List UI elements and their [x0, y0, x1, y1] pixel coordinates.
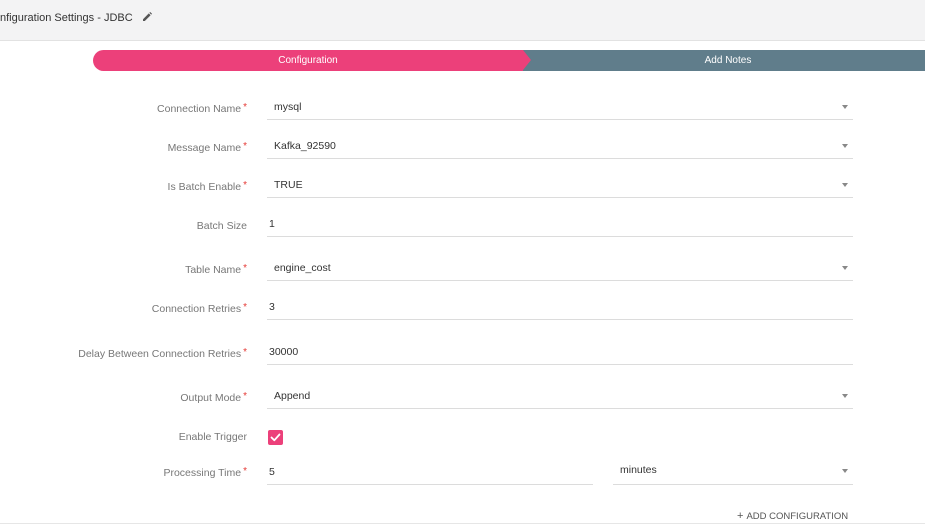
connection-name-label: Connection Name *: [157, 102, 247, 115]
required-marker: *: [243, 102, 247, 113]
output-mode-select[interactable]: Append: [267, 386, 853, 409]
plus-icon: +: [737, 510, 744, 522]
is-batch-enable-label: Is Batch Enable *: [167, 180, 247, 193]
processing-time-label: Processing Time *: [163, 466, 247, 479]
batch-size-input[interactable]: 1: [267, 214, 853, 237]
required-marker: *: [243, 391, 247, 402]
delay-between-retries-label: Delay Between Connection Retries *: [78, 347, 247, 360]
batch-size-value: 1: [269, 218, 275, 230]
message-name-select[interactable]: Kafka_92590: [267, 136, 853, 159]
connection-retries-value: 3: [269, 301, 275, 313]
chevron-down-icon: [842, 105, 848, 109]
page-header: nfiguration Settings - JDBC: [0, 0, 925, 41]
delay-between-retries-value: 30000: [269, 346, 299, 358]
divider: [0, 523, 925, 524]
message-name-label: Message Name *: [167, 141, 247, 154]
step-add-notes-label: Add Notes: [704, 55, 752, 66]
output-mode-label: Output Mode *: [180, 391, 247, 404]
processing-time-unit-select[interactable]: minutes: [613, 462, 853, 485]
table-name-value: engine_cost: [274, 262, 331, 274]
page-title: nfiguration Settings - JDBC: [0, 12, 133, 24]
chevron-down-icon: [842, 266, 848, 270]
required-marker: *: [243, 141, 247, 152]
connection-name-value: mysql: [274, 101, 302, 113]
delay-between-retries-input[interactable]: 30000: [267, 342, 853, 365]
batch-size-label: Batch Size: [196, 220, 247, 232]
required-marker: *: [243, 347, 247, 358]
step-configuration-label: Configuration: [278, 55, 338, 66]
chevron-down-icon: [842, 394, 848, 398]
enable-trigger-label: Enable Trigger: [178, 431, 247, 443]
chevron-down-icon: [842, 144, 848, 148]
connection-retries-label: Connection Retries *: [151, 302, 247, 315]
processing-time-value: 5: [269, 466, 275, 478]
add-configuration-button[interactable]: + ADD CONFIGURATION: [737, 510, 848, 522]
pencil-icon[interactable]: [142, 12, 152, 22]
chevron-down-icon: [842, 183, 848, 187]
table-name-select[interactable]: engine_cost: [267, 258, 853, 281]
message-name-value: Kafka_92590: [274, 140, 336, 152]
is-batch-enable-value: TRUE: [274, 179, 303, 191]
chevron-down-icon: [842, 469, 848, 473]
is-batch-enable-select[interactable]: TRUE: [267, 175, 853, 198]
processing-time-unit-value: minutes: [620, 464, 657, 476]
connection-retries-input[interactable]: 3: [267, 297, 853, 320]
wizard-stepper: Configuration Add Notes: [93, 50, 925, 71]
required-marker: *: [243, 263, 247, 274]
step-add-notes[interactable]: Add Notes: [523, 50, 925, 71]
required-marker: *: [243, 466, 247, 477]
enable-trigger-checkbox[interactable]: [268, 430, 283, 445]
add-configuration-label: ADD CONFIGURATION: [746, 511, 849, 522]
processing-time-input[interactable]: 5: [267, 462, 593, 485]
connection-name-select[interactable]: mysql: [267, 97, 853, 120]
output-mode-value: Append: [274, 390, 311, 402]
required-marker: *: [243, 302, 247, 313]
required-marker: *: [243, 180, 247, 191]
table-name-label: Table Name *: [185, 263, 247, 276]
checkmark-icon: [270, 433, 281, 442]
step-configuration[interactable]: Configuration: [93, 50, 523, 71]
step-arrow: [523, 50, 531, 70]
